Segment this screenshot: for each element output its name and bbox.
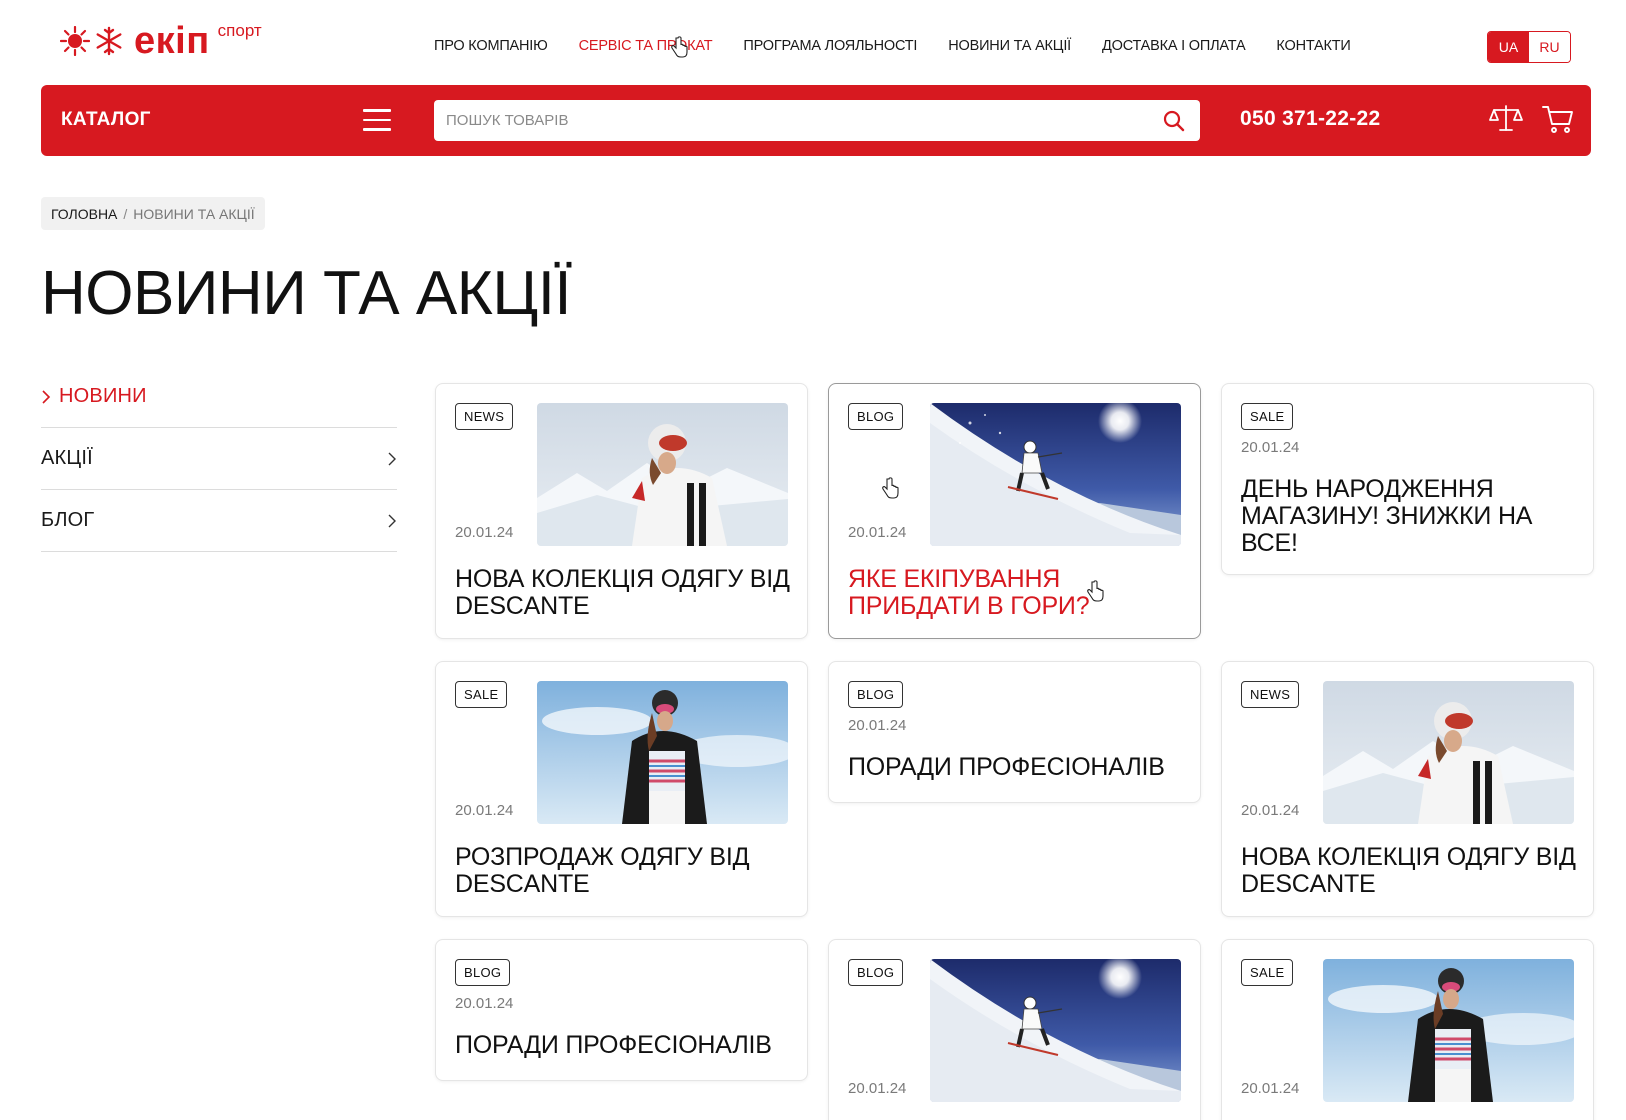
- card-title[interactable]: ДЕНЬ НАРОДЖЕННЯ МАГАЗИНУ! ЗНИЖКИ НА ВСЕ!: [1241, 476, 1581, 557]
- search-icon[interactable]: [1162, 109, 1186, 133]
- card-image: [537, 403, 788, 546]
- news-card[interactable]: BLOG 20.01.24 ЯКЕ ЕКІПУВАННЯ ПРИБДАТИ В …: [828, 383, 1201, 639]
- card-title[interactable]: НОВА КОЛЕКЦІЯ ОДЯГУ ВІД DESCANTE: [1241, 844, 1581, 898]
- nav-about[interactable]: ПРО КОМПАНІЮ: [434, 36, 548, 56]
- card-image: [930, 959, 1181, 1102]
- catalog-button[interactable]: КАТАЛОГ: [61, 109, 151, 131]
- compare-scale-icon[interactable]: [1489, 103, 1523, 135]
- sidebar-item-label: БЛОГ: [41, 509, 95, 531]
- news-card[interactable]: BLOG 20.01.24 ПОРАДИ ПРОФЕСІОНАЛІВ: [435, 939, 808, 1081]
- lang-ua-button[interactable]: UA: [1488, 32, 1529, 62]
- category-badge: BLOG: [848, 403, 904, 430]
- category-sidebar: НОВИНИ АКЦІЇ БЛОГ: [41, 366, 397, 552]
- card-title[interactable]: НОВА КОЛЕКЦІЯ ОДЯГУ ВІД DESCANTE: [455, 566, 795, 620]
- card-title[interactable]: ЯКЕ ЕКІПУВАННЯ ПРИБДАТИ В ГОРИ?: [848, 566, 1188, 620]
- card-date: 20.01.24: [848, 524, 907, 541]
- news-card[interactable]: SALE 20.01.24 РОЗПРОДАЖ ОДЯГУ ВІД DESCAN…: [435, 661, 808, 917]
- news-card[interactable]: NEWS 20.01.24 НОВА КОЛЕКЦІЯ ОДЯГУ ВІД DE…: [435, 383, 808, 639]
- card-date: 20.01.24: [1241, 802, 1300, 819]
- card-date: 20.01.24: [455, 524, 514, 541]
- search-box: [434, 100, 1200, 141]
- nav-loyalty[interactable]: ПРОГРАМА ЛОЯЛЬНОСТІ: [743, 36, 917, 56]
- category-badge: BLOG: [848, 959, 904, 986]
- card-date: 20.01.24: [848, 717, 907, 734]
- nav-service-rental[interactable]: СЕРВІС ТА ПРОКАТ: [579, 36, 713, 56]
- menu-icon[interactable]: [363, 109, 391, 131]
- nav-delivery[interactable]: ДОСТАВКА І ОПЛАТА: [1102, 36, 1246, 56]
- sidebar-item-promotions[interactable]: АКЦІЇ: [41, 428, 397, 490]
- news-card[interactable]: BLOG 20.01.24 ПОРАДИ ПРОФЕСІОНАЛІВ: [828, 661, 1201, 803]
- sidebar-item-label: НОВИНИ: [59, 385, 147, 407]
- hand-cursor-icon: [882, 477, 899, 499]
- card-date: 20.01.24: [1241, 1080, 1300, 1097]
- hand-cursor-icon: [671, 36, 688, 58]
- card-date: 20.01.24: [455, 802, 514, 819]
- sidebar-item-news[interactable]: НОВИНИ: [41, 366, 397, 428]
- search-input[interactable]: [434, 100, 1134, 141]
- category-badge: BLOG: [848, 681, 904, 708]
- card-image: [537, 681, 788, 824]
- card-image: [1323, 681, 1574, 824]
- snowflake-logo-icon: [96, 26, 122, 56]
- news-card[interactable]: BLOG 20.01.24: [828, 939, 1201, 1120]
- phone-number[interactable]: 050 371-22-22: [1240, 107, 1381, 131]
- card-title[interactable]: ПОРАДИ ПРОФЕСІОНАЛІВ: [455, 1032, 795, 1059]
- hand-cursor-icon: [1087, 580, 1104, 602]
- nav-news[interactable]: НОВИНИ ТА АКЦІЇ: [948, 36, 1071, 56]
- category-badge: NEWS: [455, 403, 514, 430]
- language-switch: UA RU: [1487, 31, 1571, 63]
- catalog-bar: КАТАЛОГ 050 371-22-22: [41, 85, 1591, 156]
- brand-logo[interactable]: екіп спорт: [60, 20, 262, 62]
- chevron-right-icon: [42, 389, 51, 404]
- card-title[interactable]: РОЗПРОДАЖ ОДЯГУ ВІД DESCANTE: [455, 844, 795, 898]
- sun-logo-icon: [60, 26, 90, 56]
- breadcrumb: ГОЛОВНА / НОВИНИ ТА АКЦІЇ: [41, 197, 265, 230]
- chevron-right-icon: [388, 452, 396, 465]
- category-badge: SALE: [1241, 959, 1294, 986]
- page-title: НОВИНИ ТА АКЦІЇ: [41, 259, 572, 328]
- card-image: [1323, 959, 1574, 1102]
- card-date: 20.01.24: [455, 995, 514, 1012]
- news-card[interactable]: SALE 20.01.24: [1221, 939, 1594, 1120]
- brand-name: екіп: [134, 20, 210, 62]
- breadcrumb-home-link[interactable]: ГОЛОВНА: [51, 206, 117, 222]
- cart-icon[interactable]: [1541, 103, 1575, 135]
- category-badge: SALE: [1241, 403, 1294, 430]
- news-card[interactable]: NEWS 20.01.24 НОВА КОЛЕКЦІЯ ОДЯГУ ВІД DE…: [1221, 661, 1594, 917]
- card-date: 20.01.24: [848, 1080, 907, 1097]
- sidebar-item-blog[interactable]: БЛОГ: [41, 490, 397, 552]
- breadcrumb-current: НОВИНИ ТА АКЦІЇ: [133, 205, 255, 222]
- news-card[interactable]: SALE 20.01.24 ДЕНЬ НАРОДЖЕННЯ МАГАЗИНУ! …: [1221, 383, 1594, 575]
- top-navigation: ПРО КОМПАНІЮ СЕРВІС ТА ПРОКАТ ПРОГРАМА Л…: [434, 36, 1382, 56]
- card-image: [930, 403, 1181, 546]
- lang-ru-button[interactable]: RU: [1529, 32, 1570, 62]
- category-badge: SALE: [455, 681, 508, 708]
- chevron-right-icon: [388, 514, 396, 527]
- breadcrumb-separator: /: [123, 205, 128, 222]
- card-date: 20.01.24: [1241, 439, 1300, 456]
- sidebar-item-label: АКЦІЇ: [41, 447, 93, 469]
- card-title[interactable]: ПОРАДИ ПРОФЕСІОНАЛІВ: [848, 754, 1188, 781]
- top-bar: екіп спорт ПРО КОМПАНІЮ СЕРВІС ТА ПРОКАТ…: [0, 0, 1626, 90]
- brand-tagline: спорт: [217, 21, 262, 40]
- category-badge: BLOG: [455, 959, 511, 986]
- nav-contacts[interactable]: КОНТАКТИ: [1276, 36, 1350, 56]
- category-badge: NEWS: [1241, 681, 1300, 708]
